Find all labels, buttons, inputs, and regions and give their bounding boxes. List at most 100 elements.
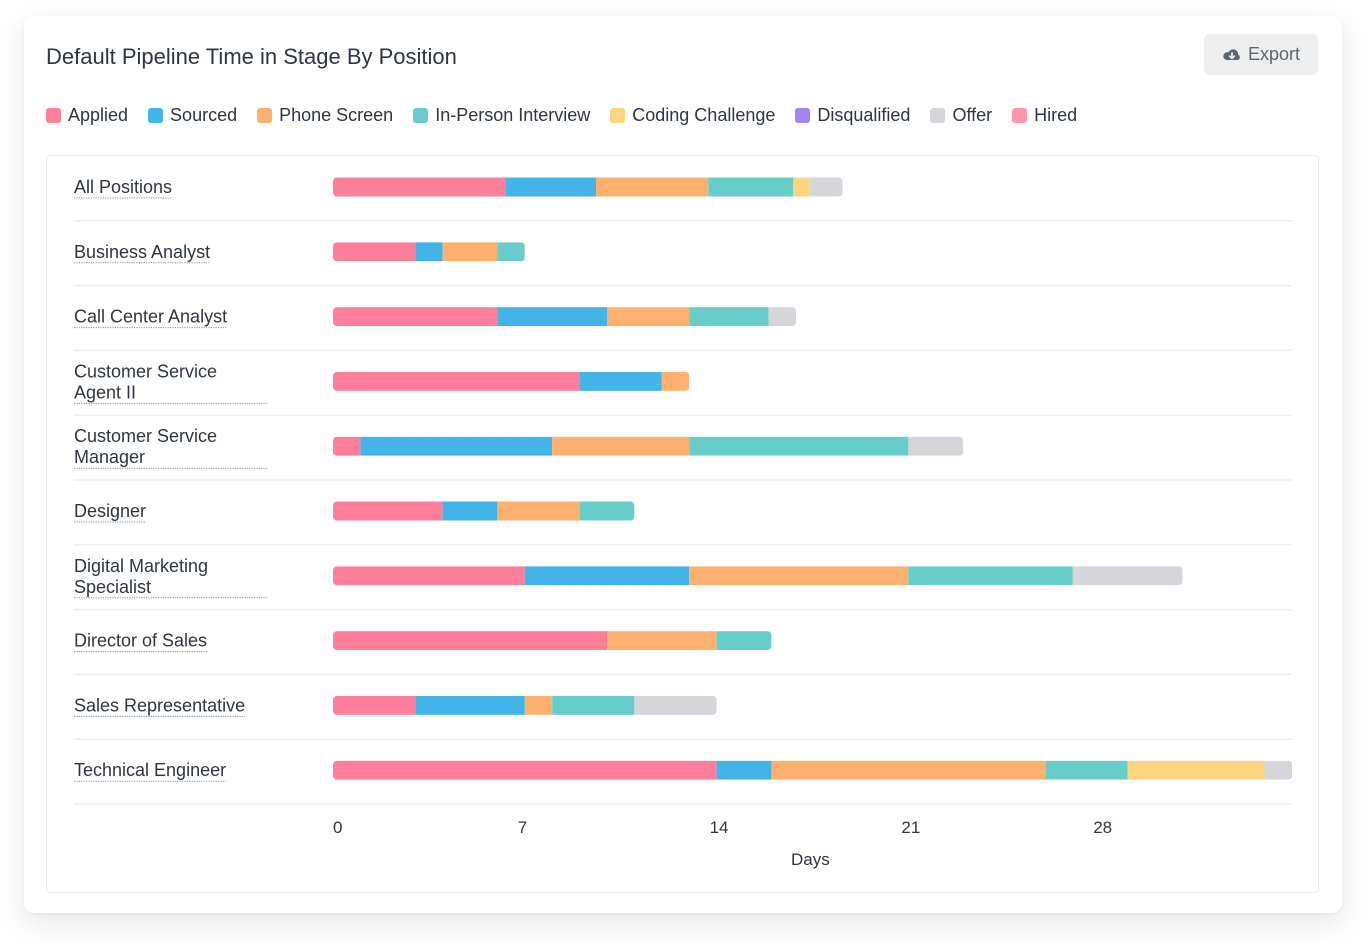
- row-label[interactable]: Call Center Analyst: [74, 307, 227, 327]
- export-button[interactable]: Export: [1204, 34, 1318, 75]
- bar-segment-in-person-interview[interactable]: [708, 177, 794, 197]
- row-label[interactable]: Digital Marketing Specialist: [74, 556, 208, 597]
- x-tick-label: 28: [1093, 818, 1112, 837]
- row-label[interactable]: Director of Sales: [74, 631, 207, 651]
- bar-segment-in-person-interview[interactable]: [689, 307, 769, 327]
- legend-swatch: [257, 108, 273, 123]
- chart-row: Customer Service Manager: [74, 426, 1292, 481]
- chart-row: Sales Representative: [74, 695, 1292, 740]
- x-tick-label: 21: [901, 818, 920, 837]
- legend-item[interactable]: Applied: [46, 105, 128, 126]
- legend-item[interactable]: Sourced: [148, 105, 237, 126]
- bar-segment-phone-screen[interactable]: [524, 695, 553, 715]
- legend-label: Disqualified: [817, 105, 911, 125]
- bar-segment-applied[interactable]: [333, 695, 416, 715]
- bar-segment-offer[interactable]: [634, 695, 717, 715]
- row-label[interactable]: All Positions: [74, 177, 172, 197]
- stacked-bar[interactable]: [333, 695, 717, 715]
- bar-segment-phone-screen[interactable]: [607, 631, 717, 651]
- bar-segment-phone-screen[interactable]: [607, 307, 690, 327]
- legend-swatch: [795, 108, 811, 123]
- bar-segment-in-person-interview[interactable]: [716, 631, 772, 651]
- legend-label: Phone Screen: [279, 105, 394, 125]
- row-label[interactable]: Sales Representative: [74, 695, 245, 715]
- stacked-bar[interactable]: [333, 242, 525, 262]
- bar-segment-sourced[interactable]: [442, 501, 498, 521]
- chart-area: All Positions Business Analyst Call Center…: [46, 155, 1319, 893]
- row-label[interactable]: Customer Service Agent II: [74, 361, 217, 402]
- chart-row: Call Center Analyst: [74, 307, 1292, 352]
- bar-segment-in-person-interview[interactable]: [579, 501, 635, 521]
- bar-segment-coding-challenge[interactable]: [793, 177, 810, 197]
- stacked-bar[interactable]: [333, 436, 964, 456]
- bar-segment-in-person-interview[interactable]: [689, 436, 909, 456]
- bar-segment-phone-screen[interactable]: [771, 760, 1046, 780]
- bar-segment-applied[interactable]: [333, 242, 416, 262]
- stacked-bar[interactable]: [333, 371, 690, 391]
- bar-segment-applied[interactable]: [333, 631, 607, 651]
- stacked-bar[interactable]: [333, 177, 843, 197]
- bar-segment-offer[interactable]: [1264, 760, 1292, 780]
- bar-segment-applied[interactable]: [333, 436, 361, 456]
- chart-card: Default Pipeline Time in Stage By Positi…: [24, 16, 1342, 913]
- bar-segment-applied[interactable]: [333, 307, 498, 327]
- bar-segment-applied[interactable]: [333, 501, 443, 521]
- bar-segment-sourced[interactable]: [579, 371, 662, 391]
- bar-segment-phone-screen[interactable]: [442, 242, 498, 262]
- legend-swatch: [413, 108, 429, 123]
- chart-legend: Applied Sourced Phone Screen In-Person Inte…: [46, 105, 1097, 126]
- bar-segment-applied[interactable]: [333, 371, 580, 391]
- chart-row: Digital Marketing Specialist: [74, 556, 1292, 611]
- legend-item[interactable]: Hired: [1012, 105, 1077, 126]
- row-label[interactable]: Designer: [74, 501, 146, 521]
- bar-segment-sourced[interactable]: [505, 177, 597, 197]
- legend-item[interactable]: Phone Screen: [257, 105, 393, 126]
- bar-segment-phone-screen[interactable]: [497, 501, 580, 521]
- row-label[interactable]: Customer Service Manager: [74, 426, 217, 467]
- bar-segment-applied[interactable]: [333, 177, 506, 197]
- row-label[interactable]: Technical Engineer: [74, 760, 226, 780]
- legend-item[interactable]: Coding Challenge: [610, 105, 775, 126]
- chart-row: Customer Service Agent II: [74, 361, 1292, 416]
- bar-segment-in-person-interview[interactable]: [552, 695, 635, 715]
- legend-swatch: [1012, 108, 1028, 123]
- legend-label: Coding Challenge: [632, 105, 776, 125]
- bar-segment-phone-screen[interactable]: [552, 436, 690, 456]
- row-label[interactable]: Business Analyst: [74, 242, 210, 262]
- bar-segment-applied[interactable]: [333, 566, 525, 586]
- bar-segment-offer[interactable]: [1072, 566, 1183, 586]
- bar-segment-in-person-interview[interactable]: [1045, 760, 1128, 780]
- bar-segment-in-person-interview[interactable]: [497, 242, 525, 262]
- bar-segment-offer[interactable]: [908, 436, 964, 456]
- bar-segment-in-person-interview[interactable]: [908, 566, 1073, 586]
- legend-item[interactable]: In-Person Interview: [413, 105, 590, 126]
- bar-segment-phone-screen[interactable]: [661, 371, 690, 391]
- stacked-bar[interactable]: [333, 760, 1292, 780]
- legend-label: Offer: [952, 105, 993, 125]
- bar-segment-sourced[interactable]: [524, 566, 690, 586]
- chart-row: All Positions: [74, 177, 1292, 222]
- bar-segment-phone-screen[interactable]: [689, 566, 909, 586]
- stacked-bar[interactable]: [333, 631, 772, 651]
- legend-swatch: [930, 108, 946, 123]
- legend-label: Hired: [1034, 105, 1078, 125]
- bar-segment-applied[interactable]: [333, 760, 717, 780]
- chart-row: Technical Engineer: [74, 760, 1292, 805]
- bar-segment-sourced[interactable]: [360, 436, 553, 456]
- legend-item[interactable]: Disqualified: [795, 105, 910, 126]
- bar-segment-sourced[interactable]: [716, 760, 772, 780]
- bar-segment-sourced[interactable]: [497, 307, 607, 327]
- x-tick-label: 7: [518, 818, 527, 837]
- bar-segment-sourced[interactable]: [415, 695, 525, 715]
- stacked-bar[interactable]: [333, 566, 1183, 586]
- bar-segment-phone-screen[interactable]: [596, 177, 709, 197]
- legend-item[interactable]: Offer: [930, 105, 992, 126]
- x-axis-title: Days: [791, 850, 830, 869]
- bar-segment-offer[interactable]: [768, 307, 797, 327]
- stacked-bar[interactable]: [333, 501, 635, 521]
- chart-row: Designer: [74, 501, 1292, 546]
- bar-segment-coding-challenge[interactable]: [1127, 760, 1265, 780]
- bar-segment-sourced[interactable]: [415, 242, 443, 262]
- bar-segment-offer[interactable]: [809, 177, 843, 197]
- stacked-bar[interactable]: [333, 307, 797, 327]
